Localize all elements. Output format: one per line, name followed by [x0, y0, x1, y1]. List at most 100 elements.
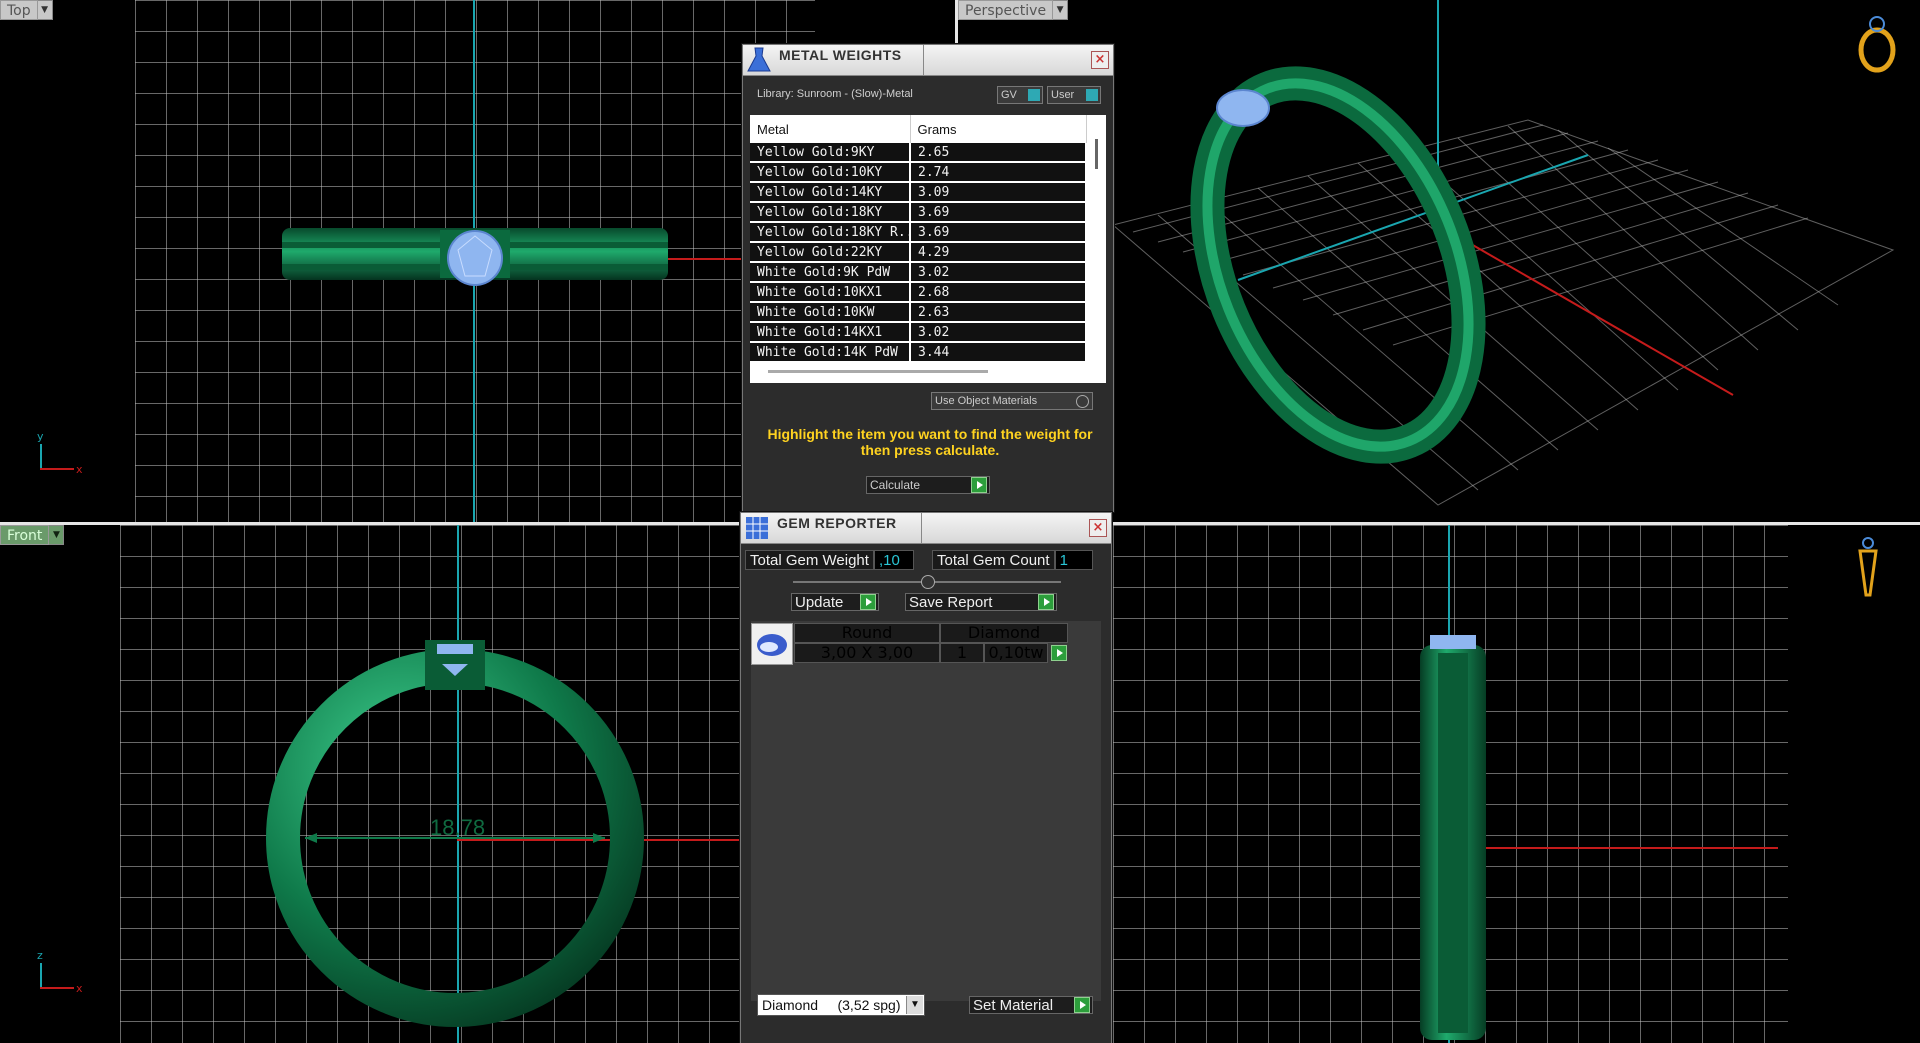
metal-grams: 3.02 — [910, 262, 1087, 283]
metal-weights-table[interactable]: Metal Grams Yellow Gold:9KY 2.65 Yellow G… — [750, 115, 1106, 383]
gem-count: 1 — [940, 643, 984, 663]
metal-name: Yellow Gold:18KY R... — [750, 222, 911, 243]
chevron-down-icon[interactable]: ▼ — [1053, 0, 1069, 20]
table-row[interactable]: White Gold:10KX1 2.68 — [750, 282, 1087, 303]
gv-toggle[interactable]: GV — [997, 86, 1043, 104]
metal-name: White Gold:14KX1 — [750, 322, 911, 343]
metal-grams: 4.29 — [910, 242, 1087, 263]
ring-icon[interactable] — [1852, 14, 1902, 74]
radio-icon — [1076, 395, 1089, 408]
metal-name: Yellow Gold:18KY — [750, 202, 911, 223]
table-row[interactable]: Yellow Gold:9KY 2.65 — [750, 143, 1087, 163]
ring-side-view[interactable] — [1408, 635, 1498, 1043]
metal-grams: 3.02 — [910, 322, 1087, 343]
gv-label: GV — [1001, 89, 1017, 101]
ring-perspective-view — [1190, 66, 1486, 464]
vertical-scrollbar[interactable] — [1095, 139, 1098, 169]
table-row[interactable]: Yellow Gold:14KY 3.09 — [750, 182, 1087, 203]
table-row[interactable]: Yellow Gold:22KY 4.29 — [750, 242, 1087, 263]
metal-grams: 3.44 — [910, 342, 1087, 363]
chevron-down-icon[interactable]: ▼ — [906, 996, 923, 1014]
table-row[interactable]: Yellow Gold:10KY 2.74 — [750, 162, 1087, 183]
total-gem-count-field: Total Gem Count 1 — [932, 550, 1093, 570]
instruction-text: Highlight the item you want to find the … — [767, 426, 1093, 458]
axis-x-label: x — [76, 463, 83, 476]
column-header-grams[interactable]: Grams — [910, 115, 1087, 143]
gem-row[interactable]: Round Diamond 3,00 X 3,00 1 0,10tw — [751, 623, 1071, 665]
material-select[interactable]: Diamond (3,52 spg) ▼ — [757, 994, 925, 1016]
metal-name: White Gold:9K PdW — [750, 262, 911, 283]
gem-reporter-title: GEM REPORTER — [777, 515, 897, 531]
calculate-button[interactable]: Calculate — [866, 476, 990, 494]
round-gem-icon — [751, 623, 793, 665]
pendant-icon[interactable] — [1856, 537, 1880, 603]
update-label: Update — [795, 593, 844, 611]
metal-grams: 2.74 — [910, 162, 1087, 183]
gem-shape: Round — [794, 623, 940, 643]
metal-name: Yellow Gold:22KY — [750, 242, 911, 263]
ring-diameter-label: 18.78 — [430, 815, 486, 840]
metal-grams: 2.65 — [910, 143, 1087, 163]
total-gem-weight-field: Total Gem Weight ,10 — [745, 550, 914, 570]
user-toggle[interactable]: User — [1047, 86, 1101, 104]
metal-name: White Gold:10KX1 — [750, 282, 911, 303]
viewport-front-label: Front — [0, 525, 50, 545]
viewport-top-label: Top — [0, 0, 38, 20]
use-object-materials-toggle[interactable]: Use Object Materials — [931, 392, 1093, 410]
metal-grams: 3.69 — [910, 202, 1087, 223]
gem-list[interactable]: Round Diamond 3,00 X 3,00 1 0,10tw — [751, 621, 1101, 1001]
user-label: User — [1051, 89, 1075, 101]
table-row[interactable]: White Gold:14K PdW 3.44 — [750, 342, 1087, 363]
flask-icon — [747, 47, 771, 72]
viewport-perspective-label: Perspective — [958, 0, 1054, 20]
save-report-button[interactable]: Save Report — [905, 593, 1057, 611]
close-icon[interactable]: × — [1089, 519, 1107, 537]
metal-grams: 3.09 — [910, 182, 1087, 203]
set-material-label: Set Material — [973, 996, 1054, 1014]
viewport-top-menu[interactable]: Top ▼ — [0, 0, 53, 20]
metal-name: Yellow Gold:10KY — [750, 162, 911, 183]
gem-reporter-panel[interactable]: GEM REPORTER × Total Gem Weight ,10 Tota… — [740, 512, 1112, 1043]
total-gem-weight-value: ,10 — [873, 550, 914, 570]
axis-z-label: z — [37, 949, 43, 962]
table-row[interactable]: White Gold:9K PdW 3.02 — [750, 262, 1087, 283]
table-row[interactable]: Yellow Gold:18KY 3.69 — [750, 202, 1087, 223]
metal-weights-panel[interactable]: METAL WEIGHTS × Library: Sunroom - (Slow… — [742, 44, 1114, 512]
gem-grid-icon — [746, 517, 768, 539]
set-material-button[interactable]: Set Material — [969, 996, 1093, 1014]
gem-row-play-icon[interactable] — [1051, 645, 1067, 661]
axis-x-label: x — [76, 982, 83, 995]
use-object-materials-label: Use Object Materials — [935, 395, 1038, 407]
metal-weights-titlebar[interactable]: METAL WEIGHTS × — [743, 45, 1113, 76]
viewport-perspective-menu[interactable]: Perspective ▼ — [958, 0, 1069, 20]
gem-weight: 0,10tw — [984, 643, 1048, 663]
play-icon — [1074, 997, 1090, 1013]
total-gem-count-value: 1 — [1054, 550, 1093, 570]
splitter-knob-icon[interactable] — [921, 575, 935, 589]
metal-grams: 3.69 — [910, 222, 1087, 243]
viewport-front-menu[interactable]: Front ▼ — [0, 525, 65, 545]
chevron-down-icon[interactable]: ▼ — [49, 525, 65, 545]
horizontal-scrollbar[interactable] — [768, 370, 988, 373]
metal-name: White Gold:10KW — [750, 302, 911, 323]
chevron-down-icon[interactable]: ▼ — [37, 0, 53, 20]
metal-name: White Gold:14K PdW — [750, 342, 911, 363]
calculate-label: Calculate — [870, 478, 921, 492]
metal-name: Yellow Gold:9KY — [750, 143, 911, 163]
total-gem-count-label: Total Gem Count — [932, 550, 1055, 570]
close-icon[interactable]: × — [1091, 51, 1109, 69]
table-row[interactable]: White Gold:14KX1 3.02 — [750, 322, 1087, 343]
gem-size: 3,00 X 3,00 — [794, 643, 940, 663]
play-icon — [1038, 594, 1054, 610]
table-row[interactable]: Yellow Gold:18KY R... 3.69 — [750, 222, 1087, 243]
axis-y-label: y — [37, 430, 44, 443]
column-header-metal[interactable]: Metal — [750, 115, 911, 143]
update-button[interactable]: Update — [791, 593, 879, 611]
table-row[interactable]: White Gold:10KW 2.63 — [750, 302, 1087, 323]
gem-reporter-titlebar[interactable]: GEM REPORTER × — [741, 513, 1111, 544]
ring-top-view[interactable] — [280, 220, 670, 300]
total-gem-weight-label: Total Gem Weight — [745, 550, 874, 570]
metal-grams: 2.68 — [910, 282, 1087, 303]
save-report-label: Save Report — [909, 593, 993, 611]
play-icon — [860, 594, 876, 610]
